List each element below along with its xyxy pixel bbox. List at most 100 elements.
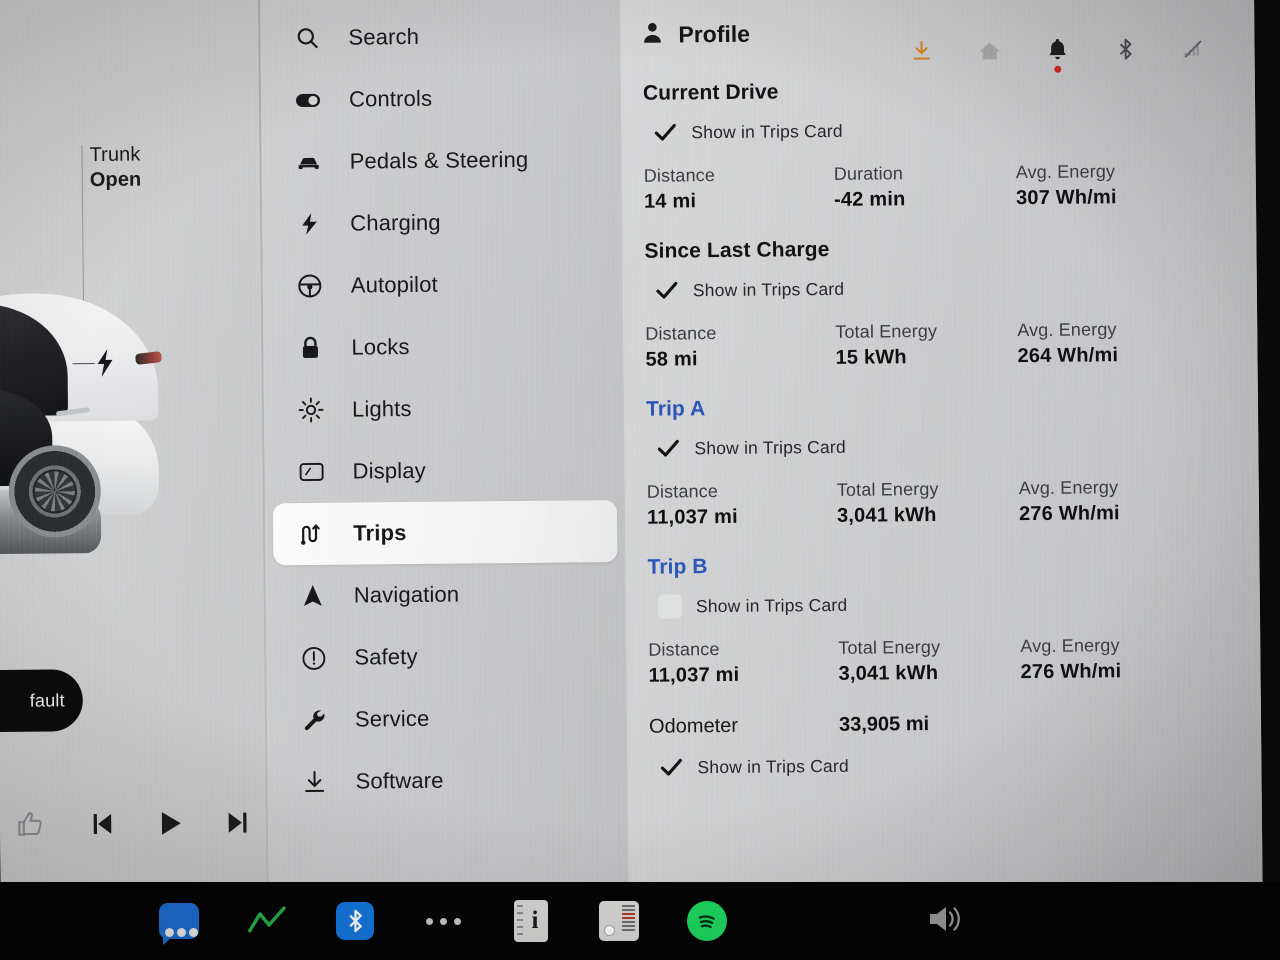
section-trip-a: Trip A Show in Trips Card Distance 11,03… (646, 392, 1219, 529)
metric-value: 58 mi (645, 348, 698, 371)
metric-value: 3,041 kWh (838, 661, 939, 685)
metric-key: Distance (645, 323, 717, 344)
section-title: Current Drive (642, 80, 779, 105)
status-icon-tray[interactable] (908, 34, 1206, 73)
car-visualization-panel[interactable]: Trunk Open fault (0, 0, 269, 894)
software-update-icon[interactable] (908, 37, 934, 65)
metric-value: 11,037 mi (648, 663, 740, 687)
sidebar-label-software: Software (355, 767, 444, 794)
checkbox-label: Show in Trips Card (692, 278, 845, 300)
stocks-app-icon[interactable] (246, 900, 288, 942)
odometer-row: Odometer 33,905 mi (649, 710, 1221, 738)
sidebar-item-navigation[interactable]: Navigation (273, 562, 618, 627)
play-icon[interactable] (152, 805, 188, 841)
notification-bell-icon[interactable] (1044, 36, 1070, 73)
metrics-row: Distance 11,037 mi Total Energy 3,041 kW… (647, 476, 1219, 529)
wrench-icon (299, 705, 329, 735)
trunk-callout-line2: Open (89, 168, 142, 192)
sidebar-label-navigation: Navigation (353, 581, 460, 608)
bluetooth-app-icon[interactable] (334, 900, 376, 942)
trunk-callout-line1: Trunk (89, 143, 141, 167)
metric-avg-energy: Avg. Energy 307 Wh/mi (1016, 160, 1216, 210)
metric-distance: Distance 14 mi (644, 164, 834, 214)
sidebar-label-service: Service (354, 705, 430, 732)
sidebar-item-charging[interactable]: Charging (270, 190, 615, 255)
metric-key: Distance (646, 481, 719, 502)
tuner-app-icon[interactable] (598, 900, 640, 942)
show-in-trips-card-toggle[interactable]: Show in Trips Card (645, 272, 1217, 303)
sidebar-item-safety[interactable]: Safety (274, 624, 619, 689)
show-in-trips-card-toggle[interactable]: Show in Trips Card (649, 749, 1221, 780)
checkbox-label: Show in Trips Card (691, 120, 843, 142)
bluetooth-icon[interactable] (1112, 35, 1138, 63)
section-title-trip-a[interactable]: Trip A (646, 392, 1218, 421)
warning-icon (298, 643, 328, 673)
fault-notification-pill[interactable]: fault (0, 669, 84, 733)
metric-distance: Distance 58 mi (645, 322, 835, 372)
sidebar-label-trips: Trips (353, 520, 407, 546)
sidebar-label-lights: Lights (351, 395, 412, 422)
profile-button[interactable]: Profile (642, 21, 750, 49)
bottom-taskbar[interactable]: i (0, 882, 1280, 960)
checkbox-label: Show in Trips Card (697, 755, 849, 777)
display-icon (296, 457, 326, 487)
sidebar-item-lights[interactable]: Lights (272, 376, 617, 441)
download-icon (299, 767, 329, 797)
car-taillight-shape (134, 351, 163, 365)
vehicle-image[interactable] (0, 292, 200, 595)
volume-icon[interactable] (926, 902, 968, 941)
sidebar-item-controls[interactable]: Controls (269, 66, 614, 131)
next-track-icon[interactable] (222, 804, 258, 840)
sidebar-item-locks[interactable]: Locks (271, 314, 616, 379)
cellular-off-icon[interactable] (1180, 34, 1206, 62)
section-title: Since Last Charge (644, 237, 830, 263)
section-title-trip-b[interactable]: Trip B (647, 550, 1219, 579)
metric-avg-energy: Avg. Energy 264 Wh/mi (1017, 318, 1217, 368)
metric-total-energy: Total Energy 15 kWh (835, 320, 1017, 370)
sidebar-item-service[interactable]: Service (275, 686, 620, 751)
more-apps-icon[interactable] (422, 900, 464, 942)
tesla-ui-plate: Trunk Open fault Search Controls Pedals … (0, 0, 1263, 894)
checkbox-label: Show in Trips Card (694, 436, 846, 458)
sidebar-item-autopilot[interactable]: Autopilot (271, 252, 616, 317)
thumbs-up-icon[interactable] (12, 807, 48, 843)
info-app-icon[interactable]: i (510, 900, 552, 942)
sidebar-label-safety: Safety (354, 643, 418, 670)
sidebar-item-search[interactable]: Search (268, 4, 613, 69)
toggle-icon (293, 85, 323, 115)
steering-icon (295, 271, 325, 301)
bolt-icon (294, 209, 324, 239)
tesla-touchscreen: Trunk Open fault Search Controls Pedals … (0, 0, 1280, 960)
media-controls-bar[interactable] (0, 789, 268, 858)
metric-key: Total Energy (835, 320, 938, 342)
checkbox-checked-icon (656, 436, 680, 460)
metric-value: 11,037 mi (646, 505, 738, 529)
sidebar-item-pedals-steering[interactable]: Pedals & Steering (269, 128, 614, 193)
sidebar-label-controls: Controls (348, 85, 433, 112)
sidebar-item-software[interactable]: Software (275, 748, 620, 813)
sidebar-item-trips[interactable]: Trips (272, 500, 618, 566)
messages-app-icon[interactable] (158, 900, 200, 945)
sidebar-item-display[interactable]: Display (272, 438, 617, 503)
metric-value: -42 min (833, 188, 906, 211)
sidebar-label-locks: Locks (351, 334, 410, 360)
metric-value: 15 kWh (835, 346, 907, 369)
taskbar-app-list[interactable]: i (158, 900, 728, 945)
show-in-trips-card-toggle[interactable]: Show in Trips Card (646, 430, 1218, 461)
spotify-app-icon[interactable] (686, 900, 728, 942)
settings-sidebar[interactable]: Search Controls Pedals & Steering Chargi… (259, 0, 629, 892)
metric-key: Distance (643, 165, 716, 186)
show-in-trips-card-toggle[interactable]: Show in Trips Card (648, 588, 1220, 619)
metric-avg-energy: Avg. Energy 276 Wh/mi (1019, 476, 1219, 526)
metric-key: Total Energy (838, 636, 941, 658)
home-icon[interactable] (976, 36, 1002, 64)
sidebar-label-charging: Charging (350, 209, 441, 236)
lock-icon (295, 333, 325, 363)
sidebar-label-pedals-steering: Pedals & Steering (349, 146, 529, 174)
content-header: Profile (642, 4, 1215, 73)
metric-total-energy: Total Energy 3,041 kWh (838, 636, 1020, 686)
show-in-trips-card-toggle[interactable]: Show in Trips Card (643, 114, 1215, 145)
previous-track-icon[interactable] (82, 806, 118, 842)
trips-settings-panel: Profile Current Drive Show in Trips Card… (619, 0, 1263, 888)
metric-key: Distance (648, 639, 720, 660)
